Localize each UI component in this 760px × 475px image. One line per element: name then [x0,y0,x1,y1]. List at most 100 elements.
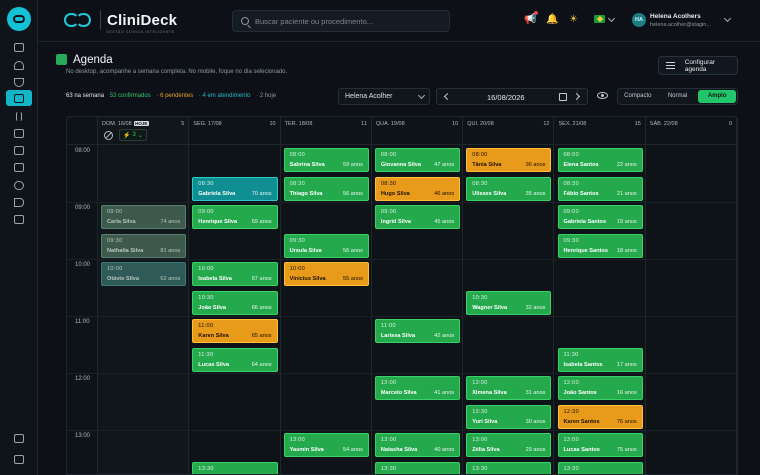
sun-icon[interactable]: ☀ [569,14,578,26]
appointment-card[interactable]: 13:30 [466,461,552,474]
patient-age: 29 anos [525,447,546,453]
day-header[interactable]: DOM. 16/08 HOJE 5 ⚡ 3 ⌄ [98,117,190,145]
appointment-card[interactable]: 13:00 Zélia Silva 29 anos [466,433,552,457]
appointment-card[interactable]: 09:00 Gabriela Santos 19 anos [557,205,643,229]
folder-icon[interactable] [11,126,27,140]
block-day-icon[interactable] [104,130,113,140]
appointment-card[interactable]: 13:30 [374,461,461,474]
patient-name: Henrique Santos [563,247,608,254]
appointment-card[interactable]: 08:00 Sabrina Silva 59 anos [283,148,369,172]
patient-name: Ulisses Silva [472,190,507,197]
app-logo-icon[interactable] [7,7,31,31]
appointment-card[interactable]: 08:00 Elena Santos 22 anos [557,148,643,172]
day-header[interactable]: SEG. 17/08 10 [189,117,281,145]
calendar-icon[interactable] [6,90,32,106]
day-header[interactable]: TER. 18/08 11 [280,117,372,145]
view-mode-toggle[interactable]: Compacto Normal Amplo [617,88,738,105]
chevron-down-icon[interactable] [607,14,616,23]
appointment-card[interactable]: 09:00 Henrique Silva 69 anos [192,205,278,229]
patient-name: Carla Silva [107,219,136,225]
hour-label: 08:00 [75,148,91,154]
appointment-card[interactable]: 11:30 Isabela Santos 17 anos [557,347,643,372]
day-column[interactable] [98,145,190,474]
day-header[interactable]: QUA. 19/08 10 [371,117,464,145]
appointment-time: 13:00 [289,437,306,443]
appointment-card[interactable]: 13:30 [557,461,643,474]
grid-icon[interactable] [11,40,27,54]
appointment-card[interactable]: 12:00 Ximena Silva 31 anos [466,376,552,400]
appointment-card[interactable]: 09:30 Ursula Silva 56 anos [283,233,369,258]
appointment-card[interactable]: 13:30 [192,461,278,474]
view-compact[interactable]: Compacto [619,90,657,103]
appointment-card[interactable]: 09:30 Henrique Santos 18 anos [557,233,643,258]
megaphone-icon[interactable] [11,195,27,209]
quick-slot-button[interactable]: ⚡ 3 ⌄ [119,129,147,141]
avatar[interactable]: HA [632,13,646,27]
previous-week-icon[interactable] [443,92,452,101]
stethoscope-icon[interactable] [11,75,27,89]
people-icon[interactable] [11,178,27,192]
chart-icon[interactable] [11,160,27,174]
day-header[interactable]: QUI. 20/08 12 [463,117,555,145]
appointment-card[interactable]: 08:30 Ulisses Silva 35 anos [466,176,552,201]
appointment-card[interactable]: 11:30 Lucas Silva 64 anos [192,347,278,372]
appointment-card[interactable]: 12:00 Marcelo Silva 41 anos [374,376,461,400]
patient-age: 18 anos [616,247,637,254]
day-header[interactable]: SEX. 21/08 15 [554,117,646,145]
appointment-card[interactable]: 10:00 Vinicius Silva 55 anos [283,262,369,286]
patient-age: 70 anos [251,190,272,197]
appointment-card[interactable]: 08:30 Gabriela Silva 70 anos [192,176,278,201]
patient-name: Lucas Santos [563,447,600,453]
profile-card-icon[interactable] [11,431,27,445]
brand-tagline: GESTÃO CLÍNICA INTELIGENTE [106,30,175,34]
date-navigator[interactable]: 16/08/2026 [436,88,588,105]
appointment-card[interactable]: 10:30 João Silva 66 anos [192,290,278,315]
professional-select[interactable]: Helena Acolher [338,88,430,105]
next-week-icon[interactable] [572,92,581,101]
bell-icon[interactable]: 🔔 [546,14,558,26]
building-icon[interactable] [11,212,27,226]
appointment-card[interactable]: 09:00 Carla Silva 74 anos [101,205,187,229]
view-wide[interactable]: Amplo [698,90,737,103]
day-header[interactable]: SÁB. 22/08 0 [645,117,737,145]
appointment-card[interactable]: 13:00 Lucas Santos 75 anos [557,433,643,457]
appointment-card[interactable]: 12:30 Karen Santos 76 anos [557,404,643,429]
calendar-picker-icon[interactable] [559,93,567,101]
appointment-card[interactable]: 10:00 Otávio Silva 62 anos [101,262,187,286]
hour-gridline [67,202,737,203]
appointment-card[interactable]: 08:30 Hugo Silva 46 anos [374,176,461,201]
day-count: 0 [729,121,733,127]
waveform-icon[interactable] [11,109,27,123]
appointment-card[interactable]: 11:00 Larissa Silva 42 anos [374,319,461,343]
patient-name: Sabrina Silva [289,162,325,168]
help-icon[interactable] [11,452,27,466]
megaphone-icon[interactable]: 📢 [524,14,536,26]
appointment-card[interactable]: 10:30 Wagner Silva 32 anos [466,290,552,315]
stat-in-service: · 4 em atendimento [198,93,251,99]
date-field[interactable]: 16/08/2026 [487,93,525,102]
chevron-down-icon[interactable] [723,14,732,23]
eye-icon[interactable] [597,92,608,99]
day-column[interactable] [646,145,737,474]
appointment-card[interactable]: 13:00 Natasha Silva 40 anos [374,433,461,457]
appointment-card[interactable]: 08:00 Giovanna Silva 47 anos [374,148,461,172]
appointment-card[interactable]: 09:00 Ingrid Silva 45 anos [374,205,461,229]
appointment-card[interactable]: 08:00 Tânia Silva 36 anos [466,148,552,172]
appointment-card[interactable]: 09:30 Nathalia Silva 81 anos [101,233,187,258]
appointment-card[interactable]: 10:00 Isabela Silva 67 anos [192,262,278,286]
brand[interactable]: CliniDeck GESTÃO CLÍNICA INTELIGENTE [64,10,177,34]
week-calendar: DOM. 16/08 HOJE 5 ⚡ 3 ⌄ SEG. 17/08 10 TER. 18/08… [66,116,738,475]
appointment-card[interactable]: 13:00 Yasmin Silva 54 anos [283,433,369,457]
appointment-time: 13:00 [563,437,579,443]
configure-agenda-button[interactable]: Configurar agenda [658,56,738,75]
appointment-card[interactable]: 08:30 Fábio Santos 21 anos [557,176,643,201]
brazil-flag-icon[interactable] [594,15,605,23]
appointment-card[interactable]: 11:00 Karen Silva 65 anos [192,319,278,343]
wallet-icon[interactable] [11,143,27,157]
search-input[interactable]: Buscar paciente ou procedimento... [232,10,450,32]
appointment-card[interactable]: 12:30 Yuri Silva 30 anos [466,404,552,429]
gauge-icon[interactable] [11,58,27,72]
view-normal[interactable]: Normal [659,90,697,103]
appointment-card[interactable]: 08:30 Thiago Silva 56 anos [283,176,369,201]
appointment-card[interactable]: 12:00 João Santos 16 anos [557,376,643,400]
